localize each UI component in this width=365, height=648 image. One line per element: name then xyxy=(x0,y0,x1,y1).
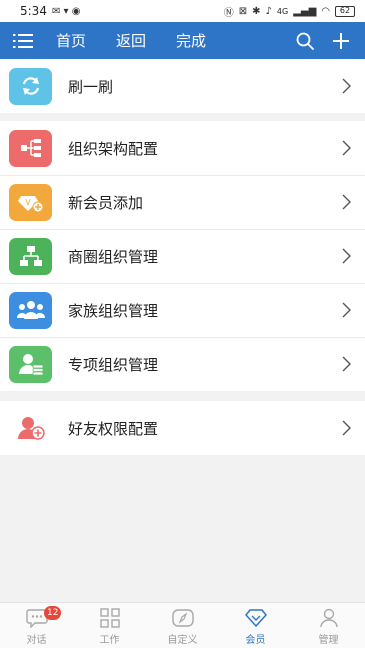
unread-badge: 12 xyxy=(44,606,62,620)
search-icon xyxy=(296,32,314,50)
chevron-right-icon xyxy=(331,78,361,94)
nav-done[interactable]: 完成 xyxy=(176,30,206,51)
tab-custom[interactable]: 自定义 xyxy=(146,603,219,648)
tab-manage[interactable]: 管理 xyxy=(292,603,365,648)
friend-permission-icon xyxy=(9,410,52,447)
menu-item-org-structure[interactable]: 组织架构配置 xyxy=(0,121,365,175)
tab-chat[interactable]: 12 对话 xyxy=(0,603,73,648)
tab-label: 对话 xyxy=(26,634,47,646)
mute-icon: ♪ xyxy=(265,5,272,17)
status-bar: 5:34 ✉ ▾ ◉ Ⓝ ⊠ ✱ ♪ 4G ▂▄▆ ◠ 62 xyxy=(0,0,365,22)
battery-icon: 62 xyxy=(335,5,355,17)
vibrate-icon: ⊠ xyxy=(238,5,248,17)
special-org-icon xyxy=(9,345,52,383)
family-icon xyxy=(9,291,52,329)
chevron-right-icon xyxy=(331,420,361,436)
menu-item-label: 专项组织管理 xyxy=(68,355,159,374)
chevron-right-icon xyxy=(331,302,361,318)
menu-button[interactable] xyxy=(0,22,46,59)
chevron-right-icon xyxy=(331,194,361,210)
menu-group-friends: 好友权限配置 xyxy=(0,401,365,455)
menu-item-label: 刷一刷 xyxy=(68,77,114,96)
bluetooth-icon: ✱ xyxy=(252,5,261,17)
refresh-icon xyxy=(9,67,52,105)
menu-item-special-org[interactable]: 专项组织管理 xyxy=(0,337,365,391)
nav-back[interactable]: 返回 xyxy=(116,30,146,51)
wifi-icon: ◠ xyxy=(321,5,330,17)
tab-label: 管理 xyxy=(318,634,339,646)
network-type: 4G xyxy=(276,6,289,16)
nfc-icon: Ⓝ xyxy=(223,7,234,19)
menu-item-label: 新会员添加 xyxy=(68,193,144,212)
top-nav: 首页 返回 完成 xyxy=(46,30,236,51)
menu-group-refresh: 刷一刷 xyxy=(0,59,365,113)
menu-item-friend-permission[interactable]: 好友权限配置 xyxy=(0,401,365,455)
menu-item-new-member[interactable]: V 新会员添加 xyxy=(0,175,365,229)
member-diamond-icon xyxy=(244,606,267,630)
chevron-right-icon xyxy=(331,140,361,156)
status-time: 5:34 xyxy=(20,4,47,18)
list-menu-icon xyxy=(13,33,33,48)
new-member-icon: V xyxy=(9,183,52,221)
chevron-right-icon xyxy=(331,356,361,372)
manage-person-icon xyxy=(319,606,339,630)
menu-item-label: 组织架构配置 xyxy=(68,139,159,158)
notification-icons: ✉ ▾ ◉ xyxy=(51,5,81,17)
menu-item-business-circle[interactable]: 商圈组织管理 xyxy=(0,229,365,283)
chevron-right-icon xyxy=(331,248,361,264)
menu-item-label: 商圈组织管理 xyxy=(68,247,159,266)
custom-compass-icon xyxy=(171,606,194,630)
tab-label: 自定义 xyxy=(167,634,198,646)
top-app-bar: 首页 返回 完成 xyxy=(0,22,365,59)
search-button[interactable] xyxy=(287,22,323,59)
org-chart-icon xyxy=(9,129,52,167)
nav-home[interactable]: 首页 xyxy=(56,30,86,51)
svg-text:V: V xyxy=(25,198,31,207)
tab-label: 工作 xyxy=(99,634,120,646)
tab-member[interactable]: 会员 xyxy=(219,603,292,648)
menu-group-organization: 组织架构配置 V 新会员添加 商圈组织管理 家族组织管理 专项组织管理 xyxy=(0,121,365,391)
bottom-tab-bar: 12 对话 工作 自定义 会员 管理 xyxy=(0,602,365,648)
tab-label: 会员 xyxy=(245,634,266,646)
tab-work[interactable]: 工作 xyxy=(73,603,146,648)
menu-item-label: 家族组织管理 xyxy=(68,301,159,320)
menu-item-refresh[interactable]: 刷一刷 xyxy=(0,59,365,113)
menu-item-family[interactable]: 家族组织管理 xyxy=(0,283,365,337)
signal-icon: ▂▄▆ xyxy=(293,5,317,17)
add-button[interactable] xyxy=(323,22,359,59)
business-circle-icon xyxy=(9,237,52,275)
plus-icon xyxy=(333,32,349,49)
menu-item-label: 好友权限配置 xyxy=(68,419,159,438)
work-grid-icon xyxy=(99,606,120,630)
